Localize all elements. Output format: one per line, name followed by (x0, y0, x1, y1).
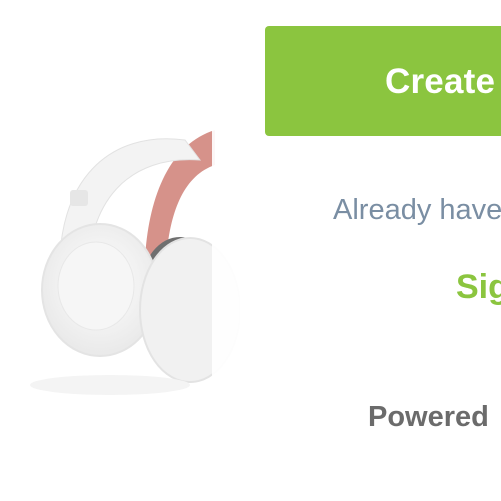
headphones-image (0, 0, 240, 501)
sign-in-link[interactable]: Sig (456, 270, 501, 304)
create-button-label: Create (385, 62, 496, 101)
already-have-account-text: Already have (333, 194, 501, 226)
page: Create Already have Sig Powered (0, 0, 501, 501)
powered-by-text: Powered (368, 401, 489, 433)
